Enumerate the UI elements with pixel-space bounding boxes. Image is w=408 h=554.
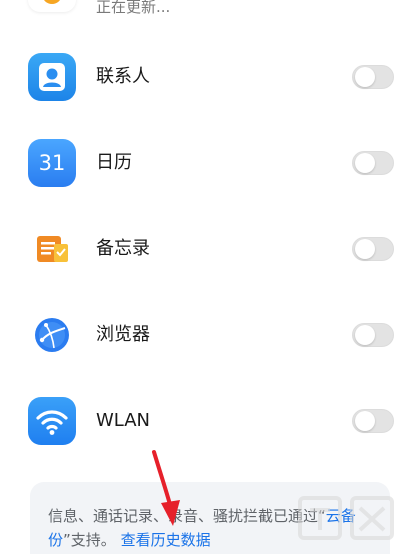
calendar-icon-number: 31 (38, 151, 66, 175)
app-icon-partial (28, 0, 76, 12)
notes-sync-toggle[interactable] (352, 237, 394, 261)
screen: 正在更新... 联系人 31 日历 备忘录 浏览器 WLAN 信息、通话记录、录… (0, 0, 408, 554)
info-text-prefix: 信息、通话记录、录音、骚扰拦截已通过“ (48, 507, 326, 525)
sync-row-label: 备忘录 (96, 238, 150, 259)
toggle-knob (355, 325, 375, 345)
contacts-icon (28, 53, 76, 101)
sync-row-label: 日历 (96, 152, 132, 173)
sync-row-label: WLAN (96, 410, 151, 431)
toggle-knob (355, 239, 375, 259)
browser-icon (28, 311, 76, 359)
sync-row-contacts: 联系人 (0, 34, 408, 120)
sync-row-calendar: 31 日历 (0, 120, 408, 206)
calendar-sync-toggle[interactable] (352, 151, 394, 175)
wifi-icon (28, 397, 76, 445)
sync-row-label: 联系人 (96, 66, 150, 87)
toggle-knob (355, 153, 375, 173)
watermark-logo (298, 496, 394, 540)
sync-row-notes: 备忘录 (0, 206, 408, 292)
info-text-suffix: ”支持。 (63, 531, 116, 549)
view-history-data-link[interactable]: 查看历史数据 (121, 531, 211, 549)
contacts-sync-toggle[interactable] (352, 65, 394, 89)
sync-status-text: 正在更新... (96, 0, 171, 16)
top-row-partial: 正在更新... (0, 0, 408, 30)
wlan-sync-toggle[interactable] (352, 409, 394, 433)
sync-row-browser: 浏览器 (0, 292, 408, 378)
notes-icon (28, 225, 76, 273)
calendar-icon: 31 (28, 139, 76, 187)
sync-row-label: 浏览器 (96, 324, 150, 345)
sync-row-wlan: WLAN (0, 378, 408, 464)
toggle-knob (355, 411, 375, 431)
toggle-knob (355, 67, 375, 87)
browser-sync-toggle[interactable] (352, 323, 394, 347)
